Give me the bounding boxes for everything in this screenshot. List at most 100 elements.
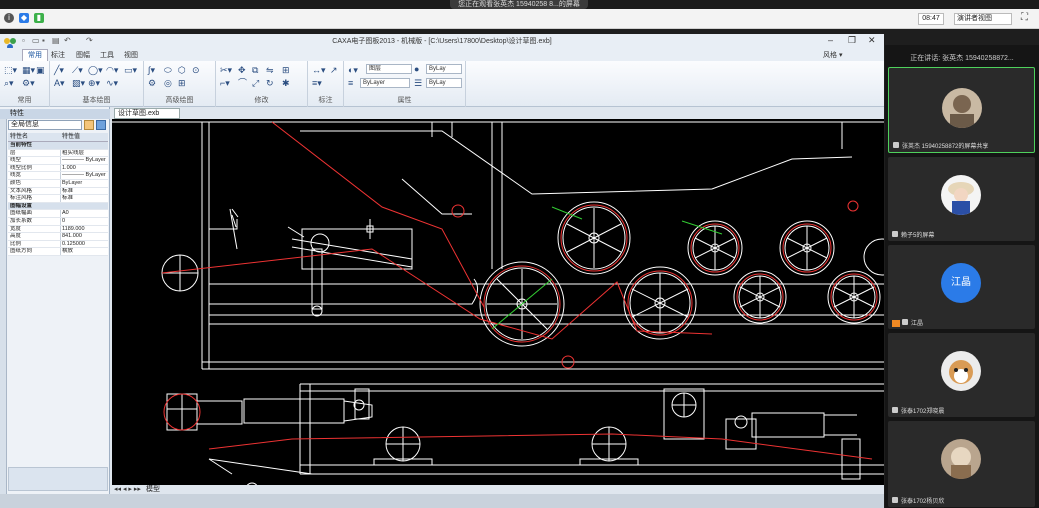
property-category[interactable]: 图幅设置	[8, 202, 108, 211]
group-label: 标注	[318, 97, 333, 104]
property-row[interactable]: 宽度 1189.000	[8, 225, 108, 234]
property-row[interactable]: 加长系数 0	[8, 217, 108, 226]
signal-icon[interactable]: ▮	[34, 13, 44, 23]
property-category[interactable]: 当前特性	[8, 142, 108, 150]
polyline-icon[interactable]: ⟋▾	[72, 66, 83, 75]
screen-share-banner[interactable]: 您正在观看张英杰 15940258 8...的屏幕	[450, 0, 588, 9]
style-menu[interactable]: 风格 ▾	[823, 50, 842, 60]
move-icon[interactable]: ✥	[238, 66, 246, 75]
array-icon[interactable]: ⊞	[282, 66, 290, 75]
property-value[interactable]: ———— ByLayer	[60, 172, 108, 180]
tab-sheet[interactable]: 图幅	[76, 50, 90, 60]
property-value[interactable]: 粗实线层	[60, 149, 108, 157]
participant-tile[interactable]: 张泰1702郑晓晨	[888, 333, 1035, 417]
polygon-icon[interactable]: ⬡	[178, 66, 186, 75]
linetype-combo[interactable]: ByLayer	[360, 78, 410, 88]
spline-icon[interactable]: ∫▾	[148, 66, 155, 75]
text-dim-icon[interactable]: ≡▾	[312, 79, 322, 88]
rect-icon[interactable]: ▭▾	[124, 66, 137, 75]
center-line-icon[interactable]: ⊕▾	[88, 79, 100, 88]
tab-view[interactable]: 视图	[124, 50, 138, 60]
property-value[interactable]: ———— ByLayer	[60, 157, 108, 164]
line-style-icon[interactable]: ≡	[348, 79, 353, 88]
curve-icon[interactable]: ∿▾	[106, 79, 118, 88]
leader-icon[interactable]: ↗	[330, 66, 338, 75]
layer-combo[interactable]: ByLay	[426, 64, 462, 74]
property-row[interactable]: 文本风格 标准	[8, 187, 108, 196]
find-icon[interactable]: ⌕▾	[4, 79, 14, 88]
trim-icon[interactable]: ⌐▾	[220, 79, 230, 88]
property-value[interactable]: 横放	[60, 248, 108, 255]
delete-icon[interactable]: ✂▾	[220, 66, 232, 75]
scale-icon[interactable]: ⤢	[252, 79, 259, 88]
property-value[interactable]: ByLayer	[60, 179, 108, 187]
circle-icon[interactable]: ◯▾	[88, 66, 103, 75]
property-value[interactable]: A0	[60, 210, 108, 217]
gear-icon[interactable]: ⚙	[148, 79, 156, 88]
property-value[interactable]: 0	[60, 217, 108, 225]
property-row[interactable]: 比例 0.125000	[8, 240, 108, 249]
property-row[interactable]: 高度 841.000	[8, 233, 108, 241]
document-tab[interactable]: 设计草图.exb	[114, 108, 180, 119]
tab-common[interactable]: 常用	[22, 49, 48, 61]
tool-icon[interactable]: ⚙▾	[22, 79, 35, 88]
copy-icon[interactable]: ⧉	[252, 66, 258, 75]
property-value[interactable]: 标准	[60, 195, 108, 202]
properties-selector[interactable]: 全局信息	[8, 120, 82, 130]
rotate-icon[interactable]: ↻	[266, 79, 274, 88]
property-row[interactable]: 标注风格 标准	[8, 195, 108, 203]
model-tab[interactable]: 模型	[146, 485, 160, 494]
layer-icon[interactable]: ▦▾	[22, 66, 35, 75]
property-row[interactable]: 线宽 ———— ByLayer	[8, 172, 108, 180]
layer-name-combo[interactable]: 图层	[366, 64, 412, 74]
fullscreen-icon[interactable]: ⛶	[1021, 12, 1028, 23]
participant-tile[interactable]: 张英杰 15940258872的屏幕共享	[888, 67, 1035, 153]
property-value[interactable]: 0.125000	[60, 240, 108, 248]
property-row[interactable]: 图纸方向 横放	[8, 248, 108, 256]
property-row[interactable]: 颜色 ByLayer	[8, 179, 108, 188]
toggle-pickadd-icon[interactable]	[96, 120, 106, 130]
line-icon[interactable]: ╱▾	[54, 66, 64, 75]
dimension-icon[interactable]: ↔▾	[312, 66, 326, 75]
group-basic-draw: ╱▾ ⟋▾ ◯▾ ◠▾ ▭▾ A▾ ▨▾ ⊕▾ ∿▾ 基本绘图	[50, 61, 144, 107]
participant-tile[interactable]: 赖子5的屏幕	[888, 157, 1035, 241]
property-row[interactable]: 图纸幅面 A0	[8, 210, 108, 218]
lineweight-icon[interactable]: ☰	[414, 79, 422, 88]
property-row[interactable]: 线型比例 1.000	[8, 164, 108, 173]
fillet-icon[interactable]: ⌒	[238, 79, 247, 88]
property-value[interactable]: 1189.000	[60, 225, 108, 233]
panel-side-strip[interactable]	[0, 119, 7, 504]
participant-tile[interactable]: 张泰1702杨贝欣	[888, 421, 1035, 507]
info-icon[interactable]: i	[4, 13, 14, 23]
minimize-icon[interactable]: –	[828, 35, 833, 45]
property-row[interactable]: 线型 ———— ByLayer	[8, 157, 108, 165]
property-value[interactable]: 1.000	[60, 164, 108, 172]
property-row[interactable]: 层 粗实线层	[8, 149, 108, 158]
property-value[interactable]: 标准	[60, 187, 108, 195]
quick-select-icon[interactable]	[84, 120, 94, 130]
explode-icon[interactable]: ✱	[282, 79, 290, 88]
select-icon[interactable]: ⬚▾	[4, 66, 17, 75]
participant-tile[interactable]: 江晶 江晶	[888, 245, 1035, 329]
close-icon[interactable]: ✕	[868, 35, 876, 46]
color-icon[interactable]: ●	[414, 65, 419, 74]
arc-icon[interactable]: ◠▾	[106, 66, 118, 75]
property-value[interactable]: 841.000	[60, 233, 108, 240]
shield-icon[interactable]: ◆	[19, 13, 29, 23]
lineweight-combo[interactable]: ByLay	[426, 78, 462, 88]
view-mode-select[interactable]: 演讲者视图	[954, 13, 1012, 25]
mirror-icon[interactable]: ⇋	[266, 66, 274, 75]
ellipse-icon[interactable]: ⬭	[164, 66, 172, 75]
layer-state-icon[interactable]: ◐▾	[348, 66, 358, 75]
layout-nav-icon[interactable]: ◂◂ ◂ ▸ ▸▸	[114, 485, 141, 494]
sheet-icon[interactable]: ⊞	[178, 79, 186, 88]
point-icon[interactable]: ⊙	[192, 66, 200, 75]
hole-icon[interactable]: ◎	[164, 79, 172, 88]
drawing-canvas[interactable]	[112, 119, 884, 485]
hatch-icon[interactable]: ▨▾	[72, 79, 85, 88]
window-icon[interactable]: ▣	[36, 66, 45, 75]
text-icon[interactable]: A▾	[54, 79, 65, 88]
tab-dimension[interactable]: 标注	[51, 50, 65, 60]
restore-icon[interactable]: ❐	[848, 35, 856, 46]
tab-tools[interactable]: 工具	[100, 50, 114, 60]
